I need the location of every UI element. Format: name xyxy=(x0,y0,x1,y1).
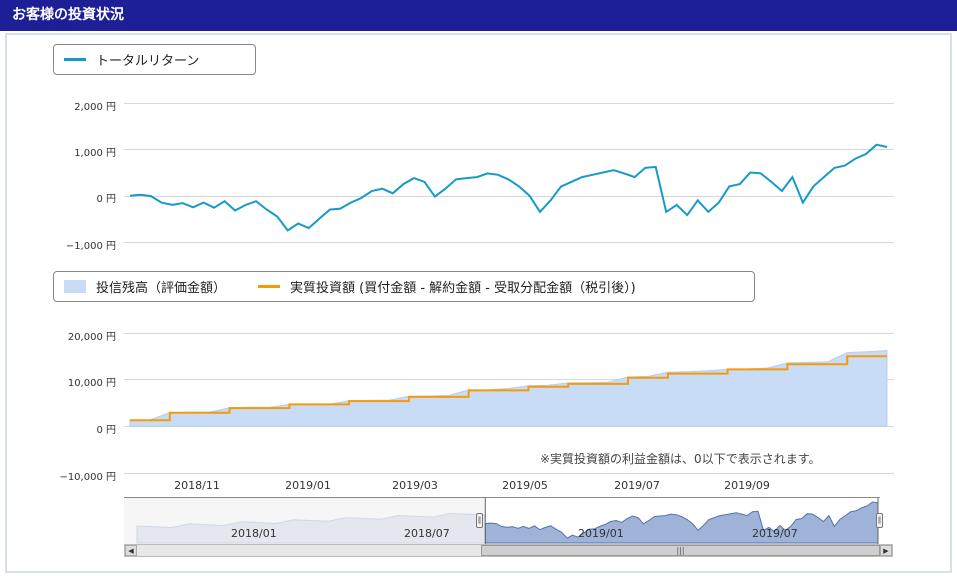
scroll-right-button[interactable]: ▶ xyxy=(880,545,892,556)
scrollbar-thumb[interactable]: ||| xyxy=(481,545,880,556)
navigator-x-tick: 2018/07 xyxy=(404,527,450,540)
navigator-right-handle[interactable]: ‖ xyxy=(876,513,883,528)
navigator-x-tick: 2019/01 xyxy=(578,527,624,540)
navigator-selected-area xyxy=(484,501,879,544)
navigator-scrollbar[interactable]: ◀ ||| ▶ xyxy=(124,544,893,557)
navigator-chart[interactable] xyxy=(0,0,957,576)
navigator-left-handle[interactable]: ‖ xyxy=(476,513,483,528)
scroll-left-button[interactable]: ◀ xyxy=(125,545,137,556)
navigator-x-tick: 2018/01 xyxy=(231,527,277,540)
navigator-x-tick: 2019/07 xyxy=(752,527,798,540)
